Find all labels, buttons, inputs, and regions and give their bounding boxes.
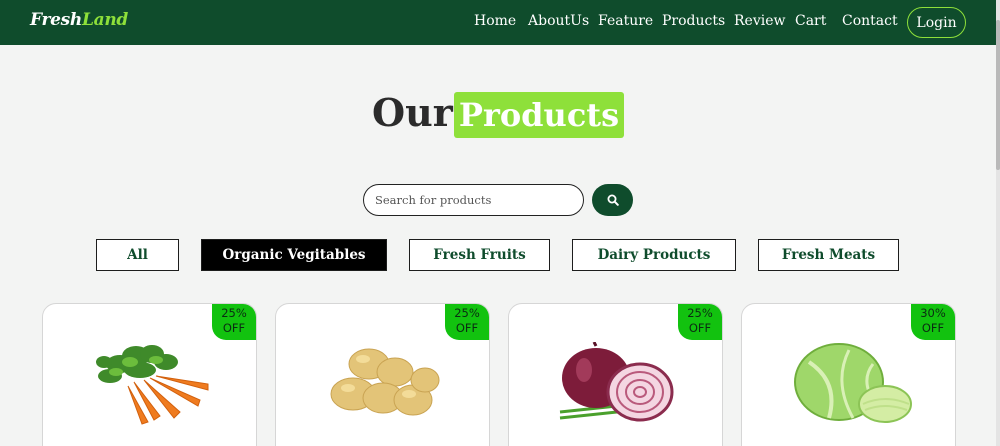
discount-value: 25% xyxy=(687,306,713,320)
product-card[interactable]: 30% OFF xyxy=(741,303,956,446)
discount-badge: 30% OFF xyxy=(911,304,955,340)
brand-name-part2: Land xyxy=(81,10,128,30)
filter-dairy-products[interactable]: Dairy Products xyxy=(572,239,736,271)
product-card[interactable]: 25% OFF xyxy=(42,303,257,446)
filter-organic-vegitables[interactable]: Organic Vegitables xyxy=(201,239,387,271)
nav-link-cart[interactable]: Cart xyxy=(795,13,826,29)
search-button[interactable] xyxy=(592,184,633,216)
brand-logo[interactable]: FreshLand xyxy=(30,10,128,30)
discount-badge: 25% OFF xyxy=(212,304,256,340)
nav-link-contact[interactable]: Contact xyxy=(842,13,898,29)
brand-name-part1: Fresh xyxy=(30,10,82,30)
scrollbar-thumb[interactable] xyxy=(996,20,1000,170)
cabbage-image xyxy=(794,343,912,423)
nav-link-review[interactable]: Review xyxy=(734,13,785,29)
discount-label: OFF xyxy=(688,321,712,335)
nav-link-products[interactable]: Products xyxy=(662,13,725,29)
onion-image xyxy=(559,342,674,422)
potato-image xyxy=(330,348,440,416)
product-card[interactable]: 25% OFF xyxy=(275,303,490,446)
search-input[interactable] xyxy=(363,184,584,216)
nav-link-feature[interactable]: Feature xyxy=(598,13,653,29)
discount-badge: 25% OFF xyxy=(445,304,489,340)
discount-label: OFF xyxy=(222,321,246,335)
discount-label: OFF xyxy=(921,321,945,335)
discount-value: 25% xyxy=(454,306,480,320)
section-title-products: Products xyxy=(454,92,624,138)
product-card[interactable]: 25% OFF xyxy=(508,303,723,446)
discount-label: OFF xyxy=(455,321,479,335)
filter-all[interactable]: All xyxy=(96,239,179,271)
nav-link-home[interactable]: Home xyxy=(474,13,516,29)
discount-value: 30% xyxy=(920,306,946,320)
section-title-our: Our xyxy=(372,90,453,135)
discount-value: 25% xyxy=(221,306,247,320)
nav-link-aboutus[interactable]: AboutUs xyxy=(528,13,589,29)
carrot-image xyxy=(96,345,209,425)
navbar: FreshLand Home AboutUs Feature Products … xyxy=(0,0,996,45)
login-button[interactable]: Login xyxy=(907,7,966,38)
filter-fresh-fruits[interactable]: Fresh Fruits xyxy=(409,239,550,271)
search-icon xyxy=(607,194,619,206)
filter-fresh-meats[interactable]: Fresh Meats xyxy=(758,239,899,271)
discount-badge: 25% OFF xyxy=(678,304,722,340)
